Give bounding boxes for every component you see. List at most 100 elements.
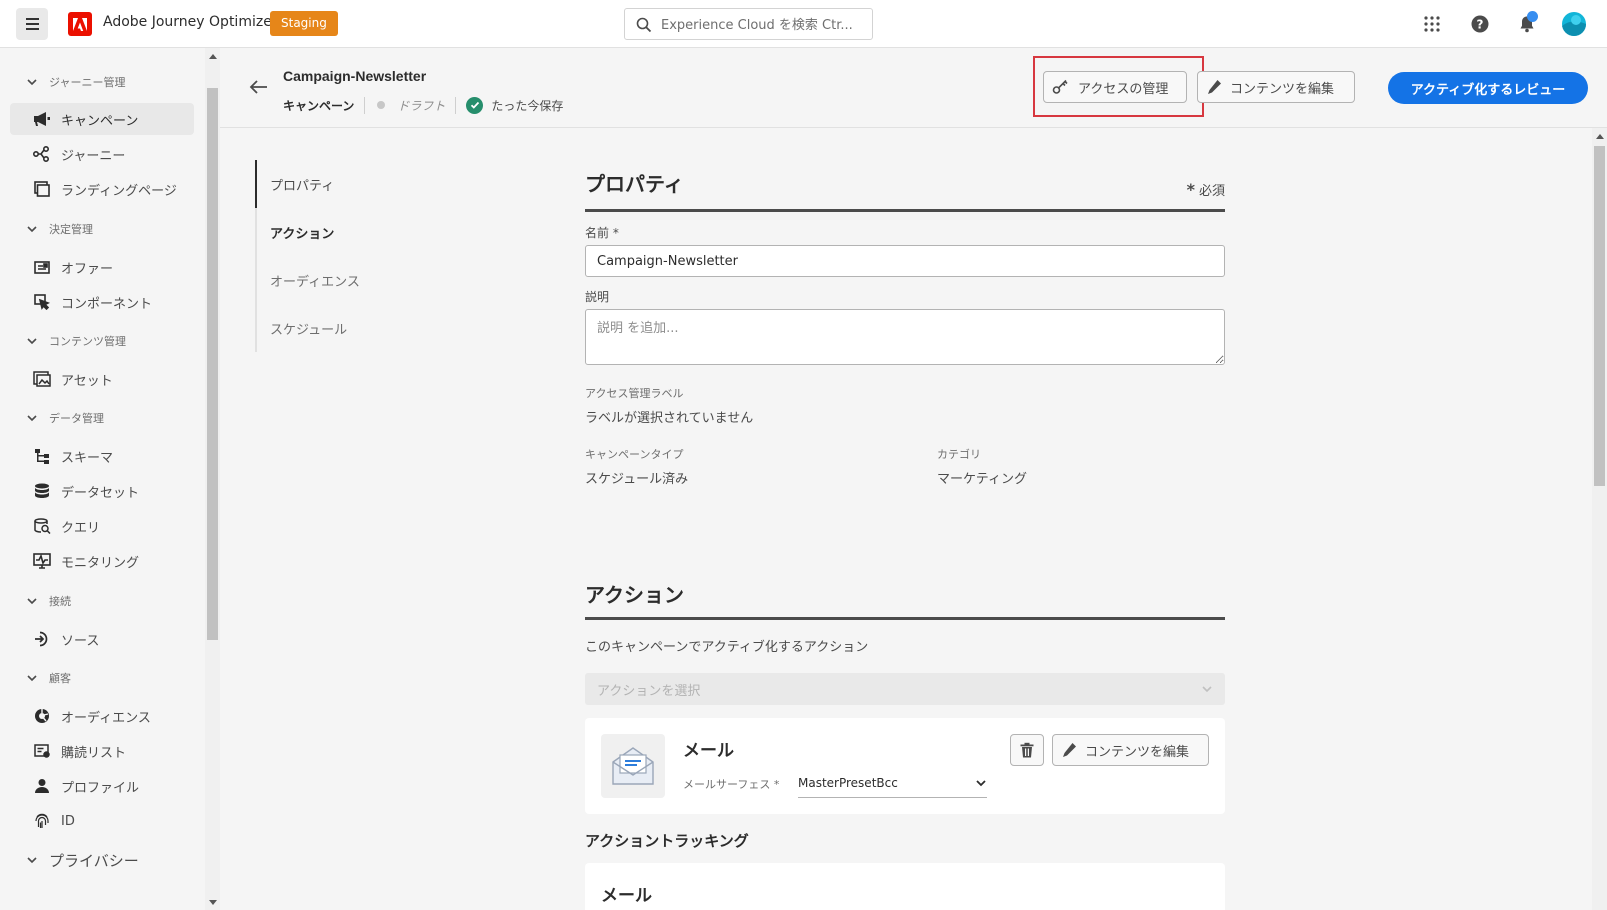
hamburger-icon — [25, 17, 39, 32]
scroll-down-arrow-icon[interactable] — [209, 900, 217, 905]
arrow-left-icon — [249, 80, 267, 94]
email-card-title: メール — [683, 741, 734, 761]
environment-badge[interactable]: Staging — [270, 11, 338, 36]
main-content: Campaign-Newsletter キャンペーン ドラフト たった今保存 ア… — [220, 48, 1607, 910]
trash-icon — [1020, 742, 1034, 758]
search-icon — [636, 17, 652, 33]
sidebar-item-landing-pages[interactable]: ランディングページ — [10, 173, 194, 205]
section-navigation: プロパティ アクション オーディエンス スケジュール — [255, 160, 395, 352]
sources-icon — [32, 629, 52, 649]
actions-section-title: アクション — [585, 583, 684, 607]
review-activate-button[interactable]: アクティブ化するレビュー — [1388, 72, 1588, 104]
scrollbar-thumb[interactable] — [1594, 146, 1605, 486]
search-input[interactable] — [661, 15, 866, 35]
nav-group-customers[interactable]: 顧客 — [26, 669, 71, 687]
sidebar-item-schemas[interactable]: スキーマ — [10, 440, 194, 472]
audience-icon — [32, 706, 52, 726]
back-button[interactable] — [248, 76, 270, 98]
sidebar-item-audiences[interactable]: オーディエンス — [10, 700, 194, 732]
scroll-up-arrow-icon[interactable] — [1596, 134, 1604, 139]
section-divider — [585, 209, 1225, 212]
toc-item-schedule[interactable]: スケジュール — [257, 304, 395, 352]
email-envelope-icon — [601, 734, 665, 798]
menu-toggle-button[interactable] — [16, 8, 48, 40]
email-edit-content-button[interactable]: コンテンツを編集 — [1052, 734, 1209, 766]
sidebar-item-datasets[interactable]: データセット — [10, 475, 194, 507]
toc-item-audience[interactable]: オーディエンス — [257, 256, 395, 304]
chevron-down-icon — [27, 226, 37, 233]
pencil-icon — [1208, 80, 1221, 94]
apps-grid-icon — [1424, 16, 1440, 32]
description-textarea[interactable] — [585, 309, 1225, 365]
help-button[interactable]: ? — [1468, 12, 1492, 36]
content-scrollbar[interactable] — [1592, 128, 1607, 910]
chevron-down-icon — [976, 779, 986, 786]
save-status: たった今保存 — [456, 96, 563, 114]
notifications-button[interactable] — [1515, 11, 1539, 36]
assets-icon — [32, 369, 52, 389]
adobe-logo-icon[interactable] — [68, 12, 92, 36]
schema-icon — [32, 446, 52, 466]
nav-group-journey-management[interactable]: ジャーニー管理 — [26, 73, 125, 91]
toc-item-properties[interactable]: プロパティ — [255, 160, 395, 208]
email-action-card: メール メールサーフェス * MasterPresetBcc コンテンツを編集 — [585, 718, 1225, 814]
nav-group-content-management[interactable]: コンテンツ管理 — [26, 332, 126, 350]
help-icon: ? — [1471, 15, 1489, 33]
email-surface-picker[interactable]: MasterPresetBcc — [798, 768, 987, 798]
sidebar-item-sources[interactable]: ソース — [10, 623, 194, 655]
sidebar-item-components[interactable]: コンポーネント — [10, 286, 194, 318]
sidebar-item-queries[interactable]: クエリ — [10, 510, 194, 542]
status-badge: ドラフト — [365, 96, 457, 114]
action-tracking-title: アクショントラッキング — [585, 832, 749, 850]
global-search[interactable] — [624, 8, 873, 40]
chevron-down-icon — [27, 415, 37, 422]
name-label: 名前 * — [585, 226, 619, 240]
offer-icon — [32, 257, 52, 277]
chevron-down-icon — [27, 857, 37, 864]
page-title: Campaign-Newsletter — [283, 68, 427, 84]
nav-group-privacy[interactable]: プライバシー — [26, 851, 139, 870]
fingerprint-icon — [32, 811, 52, 831]
nav-group-data-management[interactable]: データ管理 — [26, 409, 104, 427]
nav-group-connections[interactable]: 接続 — [26, 592, 71, 610]
action-tracking-card: メール — [585, 863, 1225, 910]
sidebar-item-assets[interactable]: アセット — [10, 363, 194, 395]
user-avatar[interactable] — [1562, 12, 1586, 36]
toc-item-actions[interactable]: アクション — [257, 208, 395, 256]
sidebar-item-monitoring[interactable]: モニタリング — [10, 545, 194, 577]
sidebar-item-offers[interactable]: オファー — [10, 251, 194, 283]
chevron-down-icon — [27, 598, 37, 605]
required-note: * 必須 — [1186, 180, 1225, 199]
action-select[interactable]: アクションを選択 — [585, 673, 1225, 705]
sidebar-item-campaigns[interactable]: キャンペーン — [10, 103, 194, 135]
sidebar-scrollbar[interactable] — [205, 48, 220, 910]
chevron-down-icon — [27, 79, 37, 86]
nav-group-decision-management[interactable]: 決定管理 — [26, 220, 93, 238]
category-heading: カテゴリ — [937, 448, 981, 461]
manage-access-button[interactable]: アクセスの管理 — [1043, 71, 1187, 103]
campaign-name-input[interactable] — [585, 245, 1225, 277]
sidebar-item-subscription-lists[interactable]: 購読リスト — [10, 735, 194, 767]
svg-text:?: ? — [1477, 18, 1484, 32]
subscription-list-icon — [32, 741, 52, 761]
pencil-icon — [1063, 743, 1076, 757]
app-switcher-button[interactable] — [1420, 12, 1444, 36]
sidebar-item-profiles[interactable]: プロファイル — [10, 770, 194, 802]
top-bar: Adobe Journey Optimizer Staging ? — [0, 0, 1607, 48]
megaphone-icon — [32, 109, 52, 129]
sidebar-item-identities[interactable]: ID — [10, 805, 194, 837]
chevron-down-icon — [27, 338, 37, 345]
monitoring-icon — [32, 551, 52, 571]
scrollbar-thumb[interactable] — [207, 88, 218, 640]
query-icon — [32, 516, 52, 536]
properties-section-title: プロパティ — [585, 172, 684, 196]
category-value: マーケティング — [937, 472, 1027, 487]
description-label: 説明 — [585, 290, 610, 304]
app-title[interactable]: Adobe Journey Optimizer — [103, 14, 278, 30]
scroll-up-arrow-icon[interactable] — [209, 54, 217, 59]
delete-action-button[interactable] — [1010, 734, 1044, 766]
sidebar-item-journeys[interactable]: ジャーニー — [10, 138, 194, 170]
edit-content-button[interactable]: コンテンツを編集 — [1197, 71, 1355, 103]
campaign-type-heading: キャンペーンタイプ — [585, 448, 684, 461]
profile-icon — [32, 776, 52, 796]
